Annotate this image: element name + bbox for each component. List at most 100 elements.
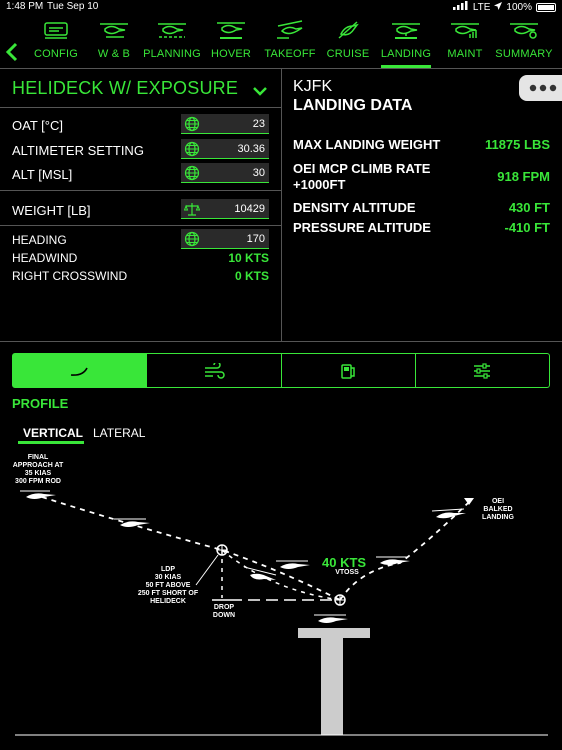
density-alt-label: DENSITY ALTITUDE xyxy=(293,200,416,215)
chevron-down-icon[interactable] xyxy=(252,83,268,101)
top-tab-bar: CONFIG W & B PLANNING HOVER TAKEOFF CRUI… xyxy=(0,14,562,68)
helicopter-maint-icon xyxy=(451,23,479,38)
helicopter-config-icon xyxy=(44,22,68,39)
profile-curve-icon xyxy=(70,367,88,376)
altimeter-field[interactable]: 30.36 xyxy=(181,139,269,159)
speed-label: 40 KTS xyxy=(322,555,367,570)
conditions-panel: HELIDECK W/ EXPOSURE OAT [°C] 23 ALTIMET… xyxy=(0,69,281,341)
density-alt-value: 430 FT xyxy=(508,200,550,215)
status-date: Tue Sep 10 xyxy=(47,1,99,12)
crosswind-label: RIGHT CROSSWIND xyxy=(12,269,128,283)
battery-icon xyxy=(536,2,556,12)
tab-label: TAKEOFF xyxy=(264,48,316,60)
balked-arrow xyxy=(464,498,474,505)
alt-value: 30 xyxy=(252,167,265,179)
fuel-icon xyxy=(341,363,355,379)
status-bar: 1:48 PM Tue Sep 10 LTE 100% xyxy=(0,0,562,14)
helicopter-hover-icon xyxy=(217,22,245,39)
max-weight-value: 11875 LBS xyxy=(484,137,550,152)
tab-landing[interactable]: LANDING xyxy=(377,14,435,68)
ldp-label: LDP 30 KIAS 50 FT ABOVE 250 FT SHORT OF … xyxy=(137,566,199,605)
landing-data-panel: KJFK LANDING DATA MAX LANDING WEIGHT 118… xyxy=(282,69,562,341)
helideck-platform xyxy=(298,628,370,638)
climb-rate-label-2: +1000FT xyxy=(293,177,346,192)
subtab-lateral[interactable]: LATERAL xyxy=(93,426,145,440)
status-time: 1:48 PM xyxy=(6,1,44,12)
tab-cruise[interactable]: CRUISE xyxy=(320,14,376,68)
helideck-tower xyxy=(321,638,343,735)
oei-balked-label: OEI BALKED LANDING xyxy=(482,498,514,521)
heading-label: HEADING xyxy=(12,233,67,247)
segment-settings[interactable] xyxy=(416,354,549,387)
climb-rate-value: 918 FPM xyxy=(497,169,550,184)
helicopter-icon xyxy=(376,556,410,565)
weight-field[interactable]: 10429 xyxy=(181,199,269,219)
divider xyxy=(0,225,281,226)
alt-field[interactable]: 30 xyxy=(181,163,269,183)
segment-profile[interactable] xyxy=(13,354,148,387)
tab-label: PLANNING xyxy=(143,48,201,60)
helicopter-summary-icon xyxy=(510,23,538,39)
tab-hover[interactable]: HOVER xyxy=(203,14,259,68)
divider xyxy=(0,190,281,191)
section-divider xyxy=(0,341,562,342)
tab-label: W & B xyxy=(97,48,131,60)
location-icon xyxy=(494,1,503,13)
helicopter-planning-icon xyxy=(158,23,186,38)
oat-field[interactable]: 23 xyxy=(181,114,269,134)
scale-icon[interactable] xyxy=(184,201,200,217)
final-approach-label: FINAL APPROACH AT 35 KIAS 300 FPM ROD xyxy=(12,454,64,485)
helicopter-icon xyxy=(20,490,56,499)
globe-icon[interactable] xyxy=(184,141,200,157)
oat-value: 23 xyxy=(252,118,265,130)
tab-takeoff[interactable]: TAKEOFF xyxy=(261,14,319,68)
helicopter-cruise-icon xyxy=(338,21,359,39)
globe-icon[interactable] xyxy=(184,231,200,247)
profile-segment-control xyxy=(12,353,550,388)
altimeter-label: ALTIMETER SETTING xyxy=(12,143,144,158)
config-title[interactable]: HELIDECK W/ EXPOSURE xyxy=(12,78,238,99)
network-label: LTE xyxy=(472,1,491,13)
globe-icon[interactable] xyxy=(184,116,200,132)
airport-code: KJFK xyxy=(293,78,333,95)
heading-field[interactable]: 170 xyxy=(181,229,269,249)
oat-label: OAT [°C] xyxy=(12,118,63,133)
profile-heading: PROFILE xyxy=(12,396,69,411)
vtoss-label: VTOSS xyxy=(335,569,359,576)
pressure-alt-value: -410 FT xyxy=(504,220,550,235)
tab-weight-balance[interactable]: W & B xyxy=(86,14,142,68)
weight-label: WEIGHT [LB] xyxy=(12,203,91,218)
tab-label: SUMMARY xyxy=(495,48,553,60)
sliders-icon xyxy=(474,362,491,379)
globe-icon[interactable] xyxy=(184,165,200,181)
tab-label: HOVER xyxy=(210,48,252,60)
altimeter-value: 30.36 xyxy=(237,143,265,155)
back-chevron-icon[interactable] xyxy=(5,42,21,62)
headwind-label: HEADWIND xyxy=(12,251,78,265)
pressure-alt-label: PRESSURE ALTITUDE xyxy=(293,220,431,235)
subtab-vertical[interactable]: VERTICAL xyxy=(23,426,83,440)
helicopter-takeoff-icon xyxy=(277,20,303,39)
more-options-button[interactable] xyxy=(519,75,562,101)
tab-maint[interactable]: MAINT xyxy=(437,14,493,68)
ellipsis-icon xyxy=(529,84,557,92)
tab-planning[interactable]: PLANNING xyxy=(143,14,201,68)
tab-label: CONFIG xyxy=(34,48,78,60)
segment-wind[interactable] xyxy=(147,354,282,387)
status-right: LTE 100% xyxy=(452,1,556,13)
subtab-active-indicator xyxy=(18,441,84,444)
tab-summary[interactable]: SUMMARY xyxy=(495,14,553,68)
segment-fuel[interactable] xyxy=(282,354,416,387)
tab-config[interactable]: CONFIG xyxy=(27,14,85,68)
tab-label: MAINT xyxy=(447,48,483,60)
landing-data-title: LANDING DATA xyxy=(293,97,413,114)
crosswind-value: 0 KTS xyxy=(234,269,269,283)
weight-value: 10429 xyxy=(234,203,265,215)
divider xyxy=(0,107,281,108)
vertical-profile-diagram xyxy=(15,490,548,736)
tab-label: LANDING xyxy=(380,48,432,60)
wind-icon xyxy=(204,362,225,379)
climb-rate-label-1: OEI MCP CLIMB RATE xyxy=(293,161,431,176)
max-weight-label: MAX LANDING WEIGHT xyxy=(293,137,441,152)
helicopter-icon xyxy=(276,560,310,569)
